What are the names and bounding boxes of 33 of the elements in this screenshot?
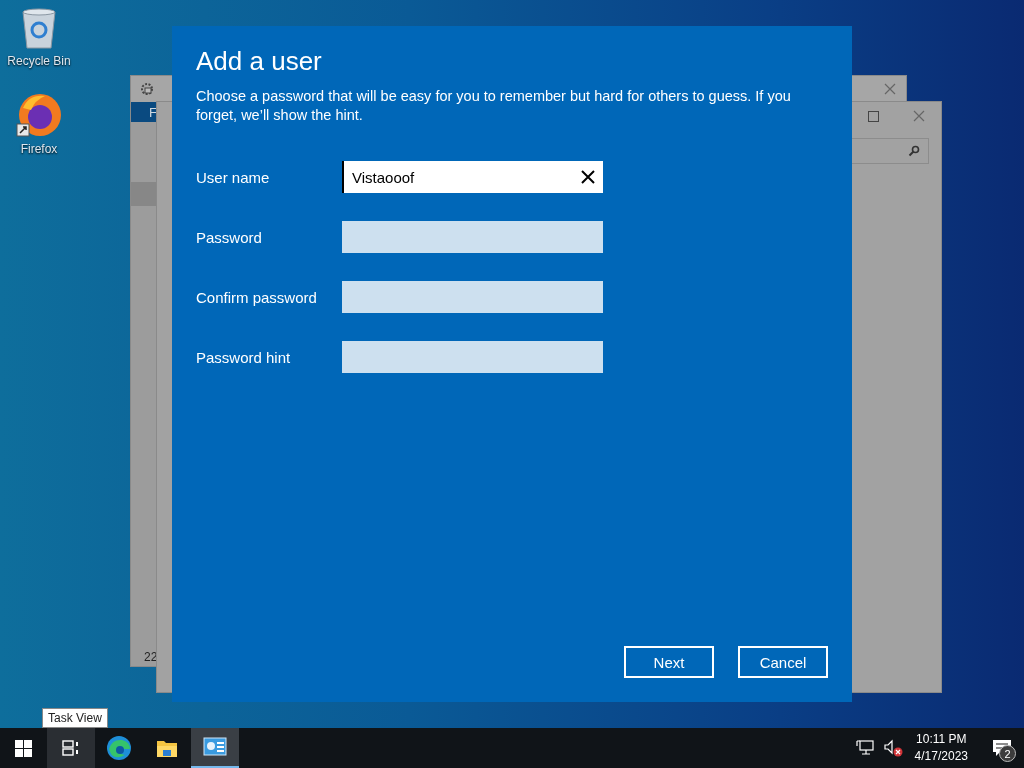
dialog-title: Add a user [196, 46, 323, 77]
desktop-icon-label[interactable]: Recycle Bin [7, 54, 71, 68]
input-field[interactable] [342, 341, 603, 373]
desktop-icon-label[interactable]: Firefox [20, 142, 58, 156]
network-icon[interactable] [855, 740, 874, 756]
field-label: User name [196, 168, 271, 186]
field-label: Password hint [196, 348, 292, 366]
ribbon-tab[interactable]: F [149, 104, 157, 120]
field-label: Password [196, 228, 263, 246]
next-button[interactable]: Next [624, 646, 714, 678]
edge-icon [106, 735, 132, 761]
clock-time[interactable]: 10:11 PM [916, 731, 967, 748]
recycle-bin-icon[interactable] [19, 6, 59, 50]
cancel-button[interactable]: Cancel [738, 646, 828, 678]
clock-date[interactable]: 4/17/2023 [914, 748, 968, 765]
input-field[interactable] [342, 281, 603, 313]
clear-icon[interactable] [581, 170, 595, 184]
taskbar-button[interactable] [47, 728, 95, 768]
folder-icon [156, 738, 178, 758]
control-panel-icon [203, 737, 227, 757]
tooltip: Task View [42, 708, 108, 728]
dialog-description: Choose a password that will be easy for you to remember but hard for others to guess. If you forget, we’ll show the hint. [196, 87, 792, 125]
start-icon[interactable] [15, 739, 32, 757]
notification-badge: 2 [999, 745, 1016, 762]
field-label: Confirm password [196, 288, 318, 306]
search-icon [908, 145, 920, 157]
taskbar-button[interactable] [191, 728, 239, 768]
input-field[interactable] [342, 221, 603, 253]
muted-speaker-icon[interactable] [883, 739, 904, 757]
gear-icon [139, 81, 155, 97]
input-field[interactable]: Vistaooof [342, 161, 603, 193]
task-view-icon [62, 740, 80, 756]
maximize-icon[interactable] [868, 110, 879, 122]
